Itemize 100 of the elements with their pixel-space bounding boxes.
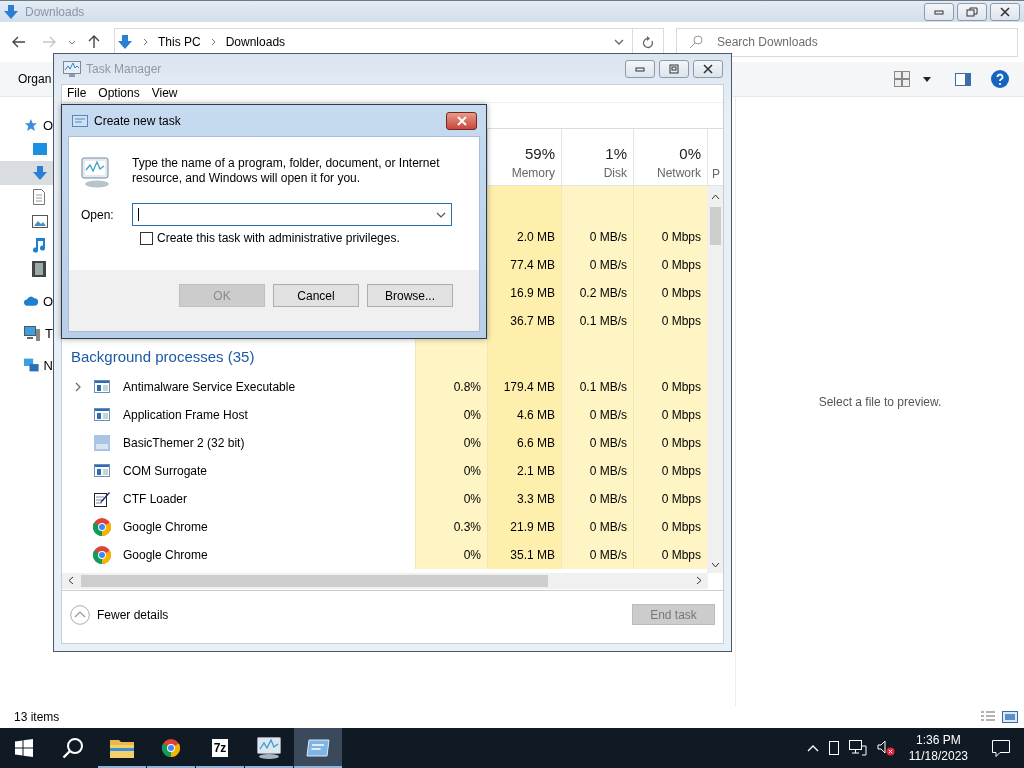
close-button[interactable] — [446, 111, 477, 130]
checkbox-label[interactable]: Create this task with administrative privileges. — [157, 231, 400, 245]
table-cell: 0 MB/s — [561, 456, 633, 485]
up-icon[interactable] — [88, 35, 100, 49]
table-cell: 0% — [415, 540, 487, 569]
open-combo-box[interactable] — [132, 203, 452, 226]
desktop-icon — [32, 142, 48, 156]
horizontal-scrollbar[interactable] — [62, 572, 708, 589]
search-input[interactable]: Search Downloads — [717, 35, 1017, 49]
nav-item[interactable]: N — [0, 353, 53, 377]
nav-item[interactable]: O — [0, 113, 53, 137]
table-cell: 0 MB/s — [561, 250, 633, 279]
table-cell: 0.1 MB/s — [561, 372, 633, 401]
tablet-icon[interactable] — [828, 741, 839, 755]
table-cell: 0 MB/s — [561, 512, 633, 541]
checkbox[interactable] — [140, 231, 153, 245]
window-title: Task Manager — [86, 62, 162, 76]
window-title: Create new task — [94, 113, 181, 128]
table-cell: 0% — [415, 456, 487, 485]
back-icon[interactable] — [12, 36, 26, 48]
close-icon — [999, 6, 1011, 17]
chevron-icon[interactable] — [74, 381, 81, 392]
scroll-left-icon[interactable] — [68, 576, 73, 586]
scroll-right-icon[interactable] — [697, 576, 702, 586]
speaker-muted-icon[interactable] — [876, 740, 895, 756]
table-cell: 0.2 MB/s — [561, 278, 633, 307]
help-icon[interactable] — [991, 70, 1009, 88]
table-cell: 0% — [415, 400, 487, 429]
column-header[interactable]: 1% Disk — [561, 129, 633, 185]
browser-icon — [93, 545, 111, 564]
breadcrumb-link[interactable]: This PC — [158, 35, 201, 49]
view-options-icon[interactable] — [894, 71, 910, 87]
close-icon — [702, 64, 714, 74]
scroll-thumb[interactable] — [81, 574, 548, 587]
picture-icon — [32, 214, 48, 228]
windows-logo-icon — [15, 739, 33, 757]
chevron-down-icon — [436, 211, 446, 218]
cloud-icon — [24, 295, 38, 307]
close-button[interactable] — [990, 2, 1020, 21]
notification-icon[interactable] — [992, 739, 1010, 757]
preview-pane-icon[interactable] — [955, 72, 971, 86]
chevron-down-icon[interactable] — [614, 39, 624, 45]
vertical-scrollbar[interactable] — [707, 185, 723, 573]
dialog-button[interactable]: Browse... — [367, 284, 453, 307]
refresh-icon[interactable] — [642, 35, 654, 49]
chevron-down-icon[interactable] — [68, 39, 76, 45]
table-cell: 6.6 MB — [487, 428, 561, 457]
search-icon — [689, 35, 703, 49]
app-window-icon — [94, 464, 110, 478]
nav-item[interactable]: T — [0, 321, 53, 345]
column-header[interactable]: 0% Network — [633, 129, 707, 185]
table-cell: 0 MB/s — [561, 540, 633, 569]
menu-item[interactable]: Options — [98, 86, 140, 101]
minimize-button[interactable] — [924, 2, 954, 21]
film-icon — [32, 261, 46, 277]
chevron-up-icon[interactable] — [806, 744, 819, 752]
network-icon — [24, 358, 39, 372]
search-field[interactable]: Search Downloads — [676, 27, 1018, 57]
organize-menu[interactable]: Organ — [18, 72, 52, 86]
taskbar-button[interactable]: 7z — [196, 728, 244, 768]
nav-item[interactable]: O — [0, 289, 53, 313]
scroll-down-icon[interactable] — [710, 562, 720, 568]
table-cell: 0 Mbps — [633, 512, 707, 541]
clock[interactable]: 1:36 PM 11/18/2023 — [904, 732, 972, 764]
fewer-details-link[interactable]: Fewer details — [70, 604, 169, 625]
download-icon — [117, 34, 133, 50]
table-cell: 0 Mbps — [633, 278, 707, 307]
table-cell: 179.4 MB — [487, 372, 561, 401]
chevron-icon — [143, 38, 148, 46]
dropdown-arrow-icon[interactable] — [923, 76, 931, 82]
process-name: COM Surrogate — [123, 463, 208, 478]
table-cell: 0% — [415, 484, 487, 513]
table-cell: 0 Mbps — [633, 222, 707, 251]
download-icon — [3, 3, 19, 20]
close-button[interactable] — [693, 60, 723, 78]
taskbar-button[interactable] — [294, 728, 342, 768]
group-header: Background processes (35) — [70, 347, 255, 366]
browser-icon — [162, 739, 180, 757]
close-icon — [455, 115, 468, 126]
table-cell: 0 Mbps — [633, 540, 707, 569]
table-cell: 0 Mbps — [633, 484, 707, 513]
process-name: Application Frame Host — [123, 407, 248, 422]
download-icon — [32, 165, 48, 181]
network-icon[interactable] — [848, 740, 867, 756]
table-cell: 36.7 MB — [487, 306, 561, 335]
column-header[interactable]: P — [707, 129, 723, 185]
scroll-up-icon[interactable] — [710, 193, 720, 199]
table-cell: 0 MB/s — [561, 428, 633, 457]
minimize-button[interactable] — [625, 60, 655, 78]
monitor-graph-icon — [63, 61, 81, 77]
dialog-button[interactable]: Cancel — [273, 284, 359, 307]
table-cell: 77.4 MB — [487, 250, 561, 279]
large-icons-view-icon[interactable] — [1002, 711, 1018, 723]
menu-item[interactable]: File — [67, 86, 87, 101]
minimize-icon — [634, 64, 646, 74]
menu-item[interactable]: View — [151, 86, 178, 101]
scroll-thumb[interactable] — [709, 206, 721, 245]
run-icon — [306, 739, 330, 757]
table-cell: 3.3 MB — [487, 484, 561, 513]
breadcrumb-link[interactable]: Downloads — [225, 35, 286, 49]
